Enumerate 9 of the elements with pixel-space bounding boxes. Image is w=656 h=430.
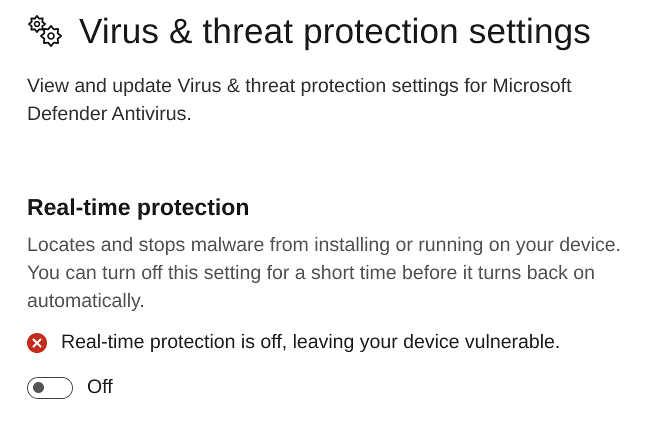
page-description: View and update Virus & threat protection settings for Microsoft Defender Antivirus.	[27, 74, 572, 127]
alert-message: Real-time protection is off, leaving your device vulnerable.	[61, 331, 560, 354]
page-title: Virus & threat protection settings	[79, 12, 591, 52]
section-heading: Real-time protection	[27, 194, 250, 221]
toggle-switch[interactable]	[27, 376, 73, 398]
toggle-label: Off	[87, 376, 113, 399]
section-description: Locates and stops malware from installing or running on your device. You can turn off this setting for a short time before it turns back on automatically.	[27, 233, 622, 314]
error-icon	[27, 332, 47, 352]
settings-icon	[27, 14, 65, 50]
